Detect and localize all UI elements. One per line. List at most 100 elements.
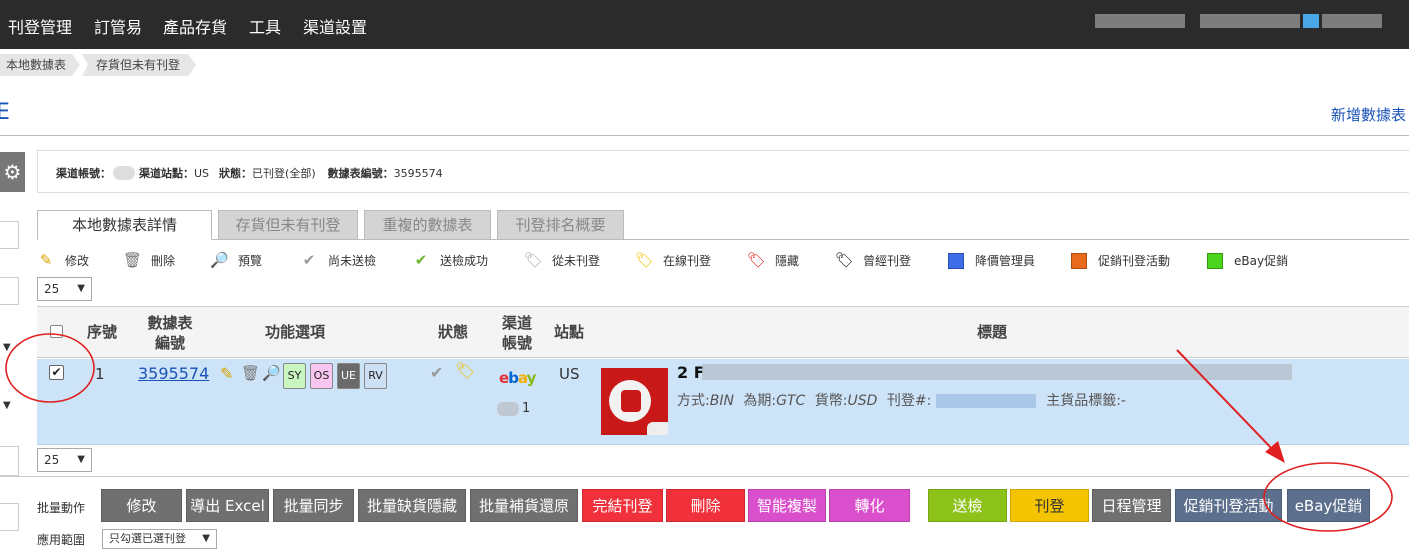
legend-edit: ✎ 修改 xyxy=(37,250,89,270)
row-preview-magnifier-icon[interactable]: 🔎 xyxy=(262,364,281,382)
row-edit-pencil-icon[interactable]: ✎ xyxy=(220,364,233,383)
publish-button[interactable]: 刊登 xyxy=(1010,489,1089,522)
tab-duplicate-datasheets[interactable]: 重複的數據表 xyxy=(364,210,491,240)
header-channel-account-line2: 帳號 xyxy=(501,334,532,352)
table-header: 序號 數據表 編號 功能選項 狀態 渠道 帳號 站點 標題 xyxy=(37,306,1409,358)
pencil-icon: ✎ xyxy=(39,251,53,269)
channel-account-redacted-cell xyxy=(497,402,519,416)
black-tag-icon: 🏷 xyxy=(835,251,855,269)
green-check-icon: ✔ xyxy=(414,251,428,269)
status-value: 已刊登(全部) xyxy=(252,167,316,180)
channel-account-label: 渠道帳號： xyxy=(56,167,111,180)
blue-square-icon xyxy=(947,251,965,269)
tag-rv-button[interactable]: RV xyxy=(364,363,387,389)
channel-account-redacted xyxy=(113,166,135,180)
row-title-prefix: 2 F xyxy=(677,363,705,382)
header-functions: 功能選項 xyxy=(264,323,325,341)
batch-sync-button[interactable]: 批量同步 xyxy=(273,489,354,522)
orange-square-icon xyxy=(1070,251,1088,269)
tag-os-button[interactable]: OS xyxy=(310,363,333,389)
batch-hide-out-of-stock-button[interactable]: 批量缺貨隱藏 xyxy=(358,489,466,522)
datasheet-no-value: 3595574 xyxy=(393,166,443,180)
nav-item-order-manager[interactable]: 訂管易 xyxy=(94,14,142,38)
scope-select[interactable]: 只勾選已選刊登 ▼ xyxy=(102,529,217,549)
nav-item-product-inventory[interactable]: 產品存貨 xyxy=(163,14,227,38)
grey-check-icon: ✔ xyxy=(302,251,316,269)
inspect-button[interactable]: 送檢 xyxy=(928,489,1007,522)
header-site: 站點 xyxy=(553,323,584,341)
header-channel-account-line1: 渠道 xyxy=(501,314,532,332)
breadcrumb-unlisted-stock[interactable]: 存貨但未有刊登 xyxy=(82,54,196,76)
channel-site-value: US xyxy=(194,166,210,180)
legend-promo-listing: 促銷刊登活動 xyxy=(1070,250,1170,270)
scope-label: 應用範圍 xyxy=(37,533,86,547)
batch-delete-button[interactable]: 刪除 xyxy=(666,489,745,522)
legend-hidden: 🏷 隱藏 xyxy=(747,251,800,269)
page-title-fragment: E xyxy=(0,100,10,125)
tab-baseline xyxy=(212,239,1409,240)
chevron-down-icon: ▼ xyxy=(202,533,210,544)
tag-ue-button[interactable]: UE xyxy=(337,363,360,389)
green-square-icon xyxy=(1206,251,1224,269)
top-nav-bar: 刊登管理 訂管易 產品存貨 工具 渠道設置 xyxy=(0,0,1409,49)
tab-local-datasheet-details[interactable]: 本地數據表詳情 xyxy=(37,210,212,240)
nav-item-channel-settings[interactable]: 渠道設置 xyxy=(303,14,367,38)
smart-copy-button[interactable]: 智能複製 xyxy=(748,489,826,522)
sidebar-dropdown-arrow-1-icon[interactable]: ▼ xyxy=(3,342,11,353)
breadcrumb-local-datasheet[interactable]: 本地數據表 xyxy=(0,54,80,76)
sidebar-field-4[interactable] xyxy=(0,503,19,531)
channel-account-suffix: 1 xyxy=(522,401,531,416)
legend-not-inspected: ✔ 尚未送檢 xyxy=(300,250,376,270)
sidebar-field-2[interactable] xyxy=(0,277,19,305)
listing-number-redacted xyxy=(935,394,1036,408)
convert-button[interactable]: 轉化 xyxy=(829,489,910,522)
header-title: 標題 xyxy=(976,323,1007,341)
magnifier-icon: 🔎 xyxy=(210,251,229,269)
sidebar-dropdown-arrow-2-icon[interactable]: ▼ xyxy=(3,400,11,411)
legend-previously-listed: 🏷 曾經刊登 xyxy=(835,251,912,269)
promo-listing-campaign-button[interactable]: 促銷刊登活動 xyxy=(1175,489,1282,522)
select-all-checkbox[interactable] xyxy=(50,325,63,338)
end-listing-button[interactable]: 完結刊登 xyxy=(582,489,663,522)
legend-preview: 🔎 預覽 xyxy=(210,251,263,269)
batch-actions-label: 批量動作 xyxy=(37,501,86,515)
tag-sy-button[interactable]: SY xyxy=(283,363,306,389)
footer-divider xyxy=(0,476,1409,477)
tab-ranking-summary[interactable]: 刊登排名概要 xyxy=(497,210,624,240)
datasheet-no-link[interactable]: 3595574 xyxy=(138,364,209,383)
legend-delete: 🗑 刪除 xyxy=(123,251,176,269)
batch-restock-restore-button[interactable]: 批量補貨還原 xyxy=(470,489,578,522)
batch-export-excel-button[interactable]: 導出 Excel xyxy=(186,489,269,522)
chevron-down-icon: ▼ xyxy=(77,283,85,294)
ebay-promotion-button[interactable]: eBay促銷 xyxy=(1287,489,1370,522)
tab-unlisted-stock[interactable]: 存貨但未有刊登 xyxy=(218,210,358,240)
nav-item-tools[interactable]: 工具 xyxy=(249,14,281,38)
row-delete-trash-icon[interactable]: 🗑 xyxy=(241,364,260,382)
header-datasheet-no-line1: 數據表 xyxy=(147,314,193,332)
header-datasheet-no-line2: 編號 xyxy=(154,334,185,352)
add-datasheet-link[interactable]: 新增數據表 xyxy=(1331,104,1406,125)
settings-gear-icon[interactable]: ⚙ xyxy=(0,152,25,192)
sidebar-field-3[interactable] xyxy=(0,446,19,476)
schedule-management-button[interactable]: 日程管理 xyxy=(1092,489,1171,522)
datasheet-no-label: 數據表編號： xyxy=(327,167,394,180)
legend-listed-online: 🏷 在線刊登 xyxy=(635,251,712,269)
header-status: 狀態 xyxy=(437,323,468,341)
ebay-logo: ebay xyxy=(499,369,536,387)
status-label: 狀態： xyxy=(219,167,253,180)
nav-item-listing-management[interactable]: 刊登管理 xyxy=(8,14,72,38)
row-site: US xyxy=(559,365,580,383)
chevron-down-icon: ▼ xyxy=(77,454,85,465)
row-checkbox-checked[interactable]: ✔ xyxy=(49,365,64,380)
table-row[interactable]: ✔ 1 3595574 ✎ 🗑 🔎 ✔ 🏷 ebay 1 US 2 F 方式:B… xyxy=(37,359,1409,445)
row-listing-details: 方式:BIN 為期:GTC 貨幣:USD 刊登#: 主貨品標籤:- xyxy=(677,393,1126,409)
row-title-redacted xyxy=(702,364,1292,380)
row-status-grey-check-icon: ✔ xyxy=(430,363,444,382)
sidebar-field-1[interactable] xyxy=(0,221,19,249)
page-size-select-bottom[interactable]: 25 ▼ xyxy=(37,448,92,472)
page-size-select-top[interactable]: 25 ▼ xyxy=(37,277,92,301)
red-tag-icon: 🏷 xyxy=(747,251,767,269)
batch-edit-button[interactable]: 修改 xyxy=(101,489,182,522)
legend-price-manager: 降價管理員 xyxy=(947,250,1035,270)
yellow-tag-icon: 🏷 xyxy=(635,251,655,269)
